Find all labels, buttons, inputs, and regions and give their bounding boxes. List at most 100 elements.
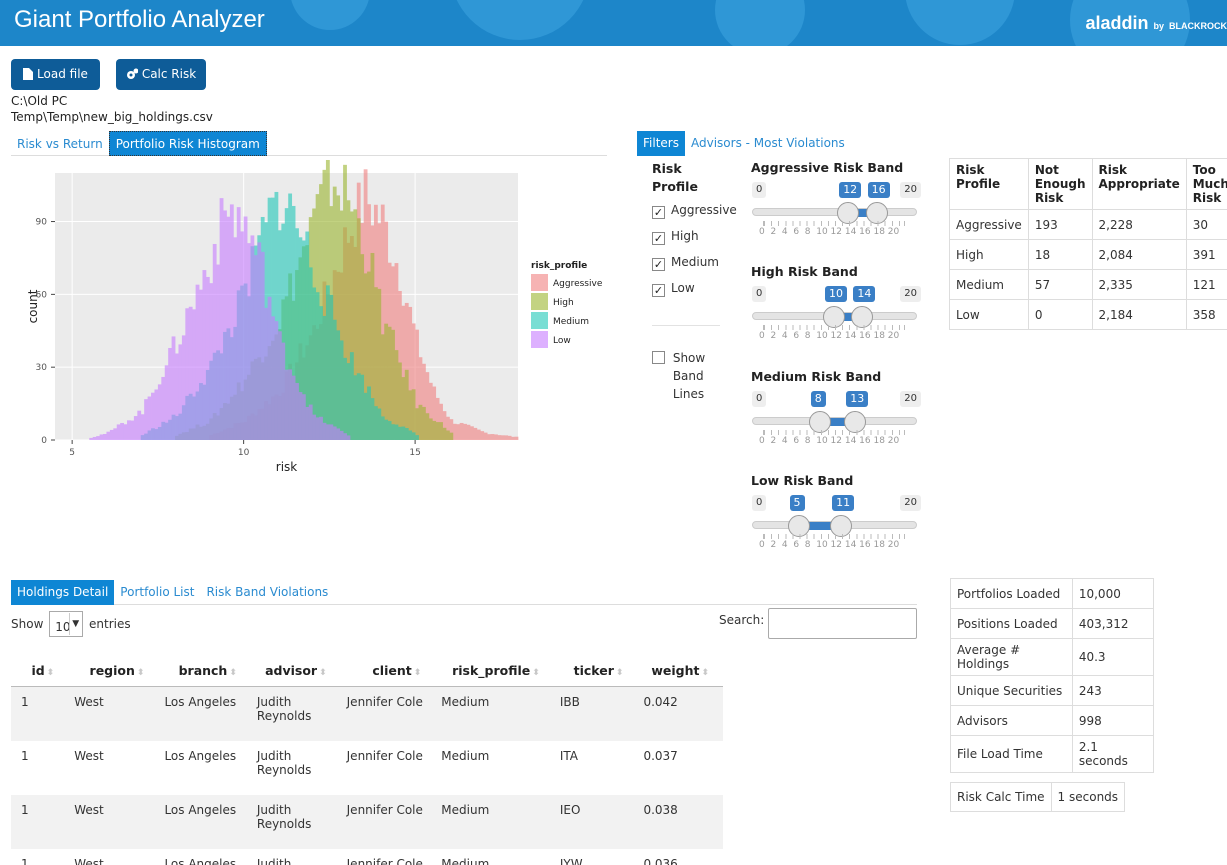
histogram-bar (109, 429, 114, 440)
checkbox-medium-box[interactable]: ✓ (652, 258, 665, 271)
slider-label: Medium Risk Band (751, 369, 882, 384)
x-tick-label: 15 (409, 448, 420, 458)
risk-table-cell: 121 (1185, 269, 1227, 300)
histogram-bar (264, 307, 269, 440)
column-header-branch[interactable]: branch ⬍ (158, 655, 251, 687)
table-cell: West (68, 686, 159, 741)
column-header-risk-profile[interactable]: risk_profile ⬍ (435, 655, 554, 687)
risk-table-row: Medium 57 2,335 121 (949, 269, 1227, 300)
stats-value: 40.3 (1071, 638, 1155, 676)
histogram-bar (497, 435, 502, 440)
column-header-ticker[interactable]: ticker ⬍ (553, 655, 638, 687)
slider-medium-risk-band[interactable]: Medium Risk Band 0 20 8 13 0 2 4 6 8 10 12 14… (751, 369, 921, 454)
load-file-button[interactable]: Load file (11, 59, 100, 90)
histogram-bar (391, 424, 395, 440)
risk-table-cell: High (949, 239, 1029, 270)
checkbox-show-band-lines[interactable]: Show Band Lines (652, 349, 713, 403)
histogram-bar (421, 406, 426, 440)
filter-divider (652, 325, 720, 326)
risk-table-cell: Aggressive (949, 209, 1029, 240)
slider-high-risk-band[interactable]: High Risk Band 0 20 10 14 0 2 4 6 8 10 12 14 … (751, 264, 921, 349)
tab-risk-band-violations[interactable]: Risk Band Violations (200, 580, 334, 605)
slider-min-label: 0 (752, 182, 767, 198)
entries-select-value: 10 (55, 620, 71, 634)
histogram-bar (356, 373, 361, 440)
histogram-bar (480, 431, 485, 440)
histogram-bar (339, 430, 344, 440)
histogram-bar (113, 428, 118, 440)
column-header-weight[interactable]: weight ⬍ (637, 655, 723, 687)
table-cell: Jennifer Cole (346, 748, 423, 763)
column-header-region[interactable]: region ⬍ (68, 655, 159, 687)
histogram-bar (493, 434, 498, 440)
tab-portfolio-list[interactable]: Portfolio List (114, 580, 200, 605)
tab-portfolio-risk-histogram[interactable]: Portfolio Risk Histogram (108, 131, 267, 156)
slider-low-risk-band[interactable]: Low Risk Band 0 20 5 11 0 2 4 6 8 10 12 14 16… (751, 473, 921, 558)
slider-tick-labels: 0 2 4 6 8 10 12 14 16 18 20 (759, 436, 900, 446)
checkbox-high[interactable]: ✓ High (652, 223, 737, 249)
checkbox-medium[interactable]: ✓ Medium (652, 249, 737, 275)
histogram-bar (240, 231, 245, 440)
checkbox-aggressive[interactable]: ✓ Aggressive (652, 197, 737, 223)
histogram-bar (181, 335, 186, 440)
histogram-bar (154, 389, 159, 440)
table-row[interactable]: 1 West Los Angeles Judith Reynolds Jennifer … (11, 741, 723, 795)
legend-swatch (531, 312, 548, 329)
table-row[interactable]: 1 West Los Angeles Judith Jennifer Cole Mediu… (11, 849, 723, 865)
table-cell: West (68, 794, 159, 849)
search-input[interactable] (768, 608, 917, 639)
checkbox-show-band-lines-box[interactable] (652, 351, 665, 364)
histogram-bar (257, 242, 262, 440)
slider-tick-labels: 0 2 4 6 8 10 12 14 16 18 20 (759, 540, 900, 550)
histogram-bar (99, 434, 104, 440)
table-cell: Medium (435, 686, 554, 741)
histogram-bar (92, 436, 97, 440)
calc-risk-button[interactable]: Calc Risk (116, 59, 206, 90)
slider-track[interactable] (752, 208, 917, 216)
histogram-bar (243, 216, 248, 440)
sort-icon: ⬍ (46, 668, 55, 678)
y-tick-label: 0 (41, 436, 47, 446)
histogram-bar (469, 426, 474, 440)
table-row[interactable]: 1 West Los Angeles Judith Reynolds Jennifer … (11, 794, 723, 849)
slider-aggressive-risk-band[interactable]: Aggressive Risk Band 0 20 12 16 0 2 4 6 8 10 … (751, 160, 921, 245)
column-header-advisor[interactable]: advisor ⬍ (250, 655, 341, 687)
risk-table-cell: 30 (1185, 209, 1227, 240)
checkbox-low-box[interactable]: ✓ (652, 284, 665, 297)
histogram-bar (415, 435, 419, 440)
histogram-bar (397, 426, 402, 440)
column-header-label: branch (178, 663, 228, 678)
table-cell: 1 (21, 748, 29, 763)
histogram-bar (325, 424, 330, 440)
checkbox-low[interactable]: ✓ Low (652, 275, 737, 301)
checkbox-aggressive-box[interactable]: ✓ (652, 206, 665, 219)
slider-label: Low Risk Band (751, 473, 854, 488)
checkbox-high-box[interactable]: ✓ (652, 232, 665, 245)
stats-label: Positions Loaded (950, 608, 1073, 639)
stats-label: Unique Securities (950, 675, 1073, 706)
entries-select[interactable]: 10 ▼ (49, 611, 84, 637)
sort-icon: ⬍ (701, 668, 709, 678)
histogram-bar (250, 235, 255, 440)
tab-risk-vs-return[interactable]: Risk vs Return (11, 132, 109, 157)
histogram-bar (305, 406, 310, 440)
table-row[interactable]: 1 West Los Angeles Judith Reynolds Jennifer … (11, 686, 723, 741)
histogram-bar (367, 386, 371, 440)
histogram-bar (349, 352, 354, 440)
legend-swatch (531, 331, 548, 348)
risk-table-cell: Medium (949, 269, 1029, 300)
histogram-bar (432, 420, 437, 440)
column-header-id[interactable]: id ⬍ (11, 655, 69, 687)
histogram-bar (343, 433, 347, 440)
histogram-bar (116, 424, 121, 440)
slider-tick-labels: 0 2 4 6 8 10 12 14 16 18 20 (759, 331, 900, 341)
slider-min-label: 0 (752, 391, 767, 407)
legend-title: risk_profile (531, 261, 587, 271)
column-header-client[interactable]: client ⬍ (340, 655, 436, 687)
histogram-bar (336, 330, 341, 440)
tab-holdings-detail[interactable]: Holdings Detail (11, 580, 115, 605)
slider-high-value: 16 (867, 182, 890, 198)
histogram-bar (123, 424, 128, 440)
tab-advisors-most-violations[interactable]: Advisors - Most Violations (685, 131, 851, 156)
tab-filters[interactable]: Filters (637, 131, 685, 156)
